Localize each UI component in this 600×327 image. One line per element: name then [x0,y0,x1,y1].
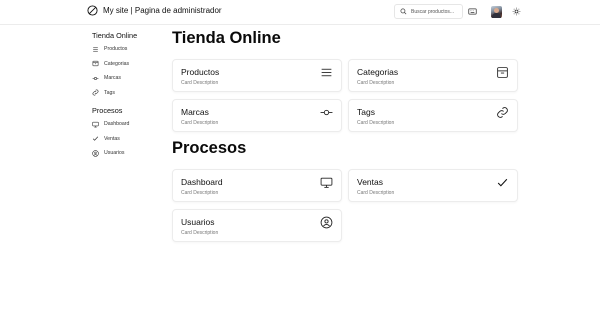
sidebar-group-tienda-online: Tienda Online Productos Categorias Marca… [87,30,147,100]
card-description: Card Description [357,190,395,196]
link-icon [496,106,509,119]
sidebar-item-productos[interactable]: Productos [92,42,147,57]
user-circle-icon [92,150,99,157]
top-navbar: My site | Pagina de administrador [0,0,600,25]
sidebar-item-tags[interactable]: Tags [92,86,147,101]
search-box[interactable] [394,4,463,19]
sidebar-item-usuarios[interactable]: Usuarios [92,146,147,161]
card-description: Card Description [181,230,219,236]
card-marcas[interactable]: Marcas Card Description [172,99,342,132]
sidebar-item-label: Usuarios [104,150,125,157]
card-title: Usuarios [181,217,215,227]
user-circle-icon [320,216,333,229]
theme-toggle-button[interactable] [512,7,521,16]
card-categorias[interactable]: Categorias Card Description [348,59,518,92]
sidebar: Tienda Online Productos Categorias Marca… [87,30,147,166]
card-title: Categorias [357,67,399,77]
card-title: Productos [181,67,220,77]
section-title-tienda-online: Tienda Online [172,29,281,47]
card-description: Card Description [181,120,219,126]
section-title-procesos: Procesos [172,139,247,157]
sidebar-item-label: Categorias [104,60,130,67]
search-input[interactable] [411,8,463,15]
card-tags[interactable]: Tags Card Description [348,99,518,132]
card-productos[interactable]: Productos Card Description [172,59,342,92]
check-icon [496,176,509,189]
sidebar-item-label: Productos [104,46,128,53]
avatar-body [492,13,501,18]
commit-icon [320,106,333,119]
card-title: Dashboard [181,177,223,187]
sidebar-item-label: Marcas [104,75,122,82]
sidebar-item-ventas[interactable]: Ventas [92,132,147,147]
monitor-icon [92,121,99,128]
sidebar-heading: Tienda Online [92,31,138,40]
card-usuarios[interactable]: Usuarios Card Description [172,209,342,242]
card-title: Tags [357,107,375,117]
user-avatar[interactable] [491,6,502,18]
card-dashboard[interactable]: Dashboard Card Description [172,169,342,202]
keyboard-icon [468,8,477,15]
keyboard-button[interactable] [468,7,477,16]
archive-box-icon [92,61,99,67]
link-icon [92,89,99,96]
check-icon [92,136,99,142]
card-title: Marcas [181,107,209,117]
sidebar-heading: Procesos [92,106,123,115]
card-description: Card Description [357,120,395,126]
card-description: Card Description [181,190,219,196]
sidebar-item-label: Ventas [104,135,120,142]
sidebar-item-dashboard[interactable]: Dashboard [92,117,147,132]
menu-lines-icon [320,66,333,79]
commit-icon [92,76,99,80]
sidebar-item-label: Dashboard [104,121,130,128]
monitor-icon [320,176,333,189]
card-ventas[interactable]: Ventas Card Description [348,169,518,202]
card-description: Card Description [181,80,219,86]
card-description: Card Description [357,80,395,86]
archive-box-icon [496,66,509,79]
sidebar-item-categorias[interactable]: Categorias [92,57,147,72]
brand-link[interactable]: My site | Pagina de administrador [87,5,222,16]
card-title: Ventas [357,177,383,187]
sidebar-item-marcas[interactable]: Marcas [92,71,147,86]
sun-icon [512,7,521,16]
sidebar-item-label: Tags [104,89,115,96]
slash-circle-icon [87,5,98,16]
sidebar-group-procesos: Procesos Dashboard Ventas Usuarios [87,105,147,161]
menu-lines-icon [93,47,98,52]
site-title: My site | Pagina de administrador [103,6,222,15]
search-icon [400,8,407,15]
